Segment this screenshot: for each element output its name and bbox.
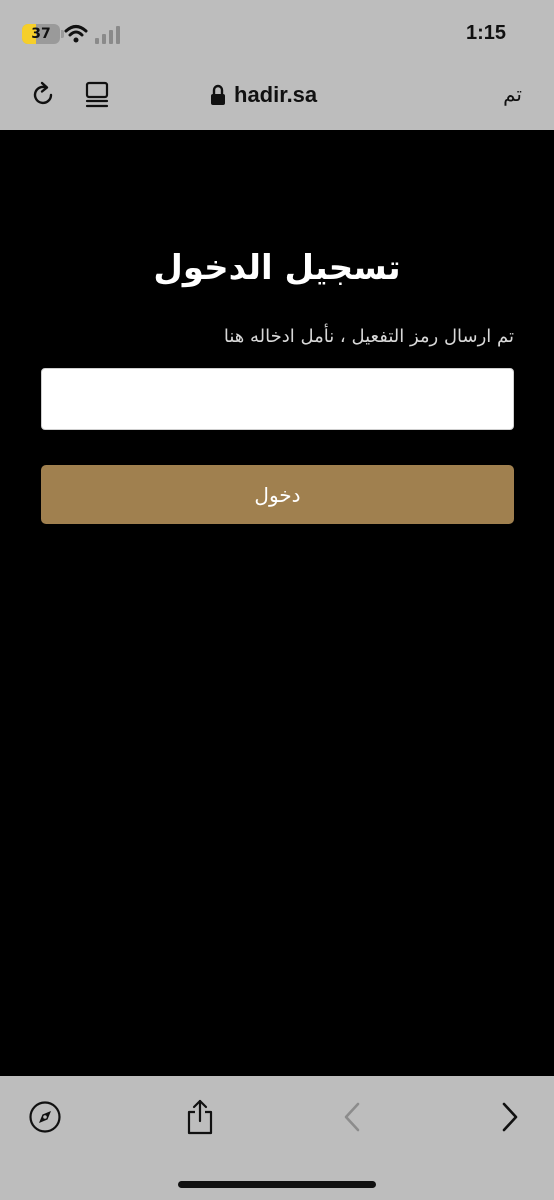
done-button[interactable]: تم <box>503 82 522 106</box>
instruction-text: تم ارسال رمز التفعيل ، نأمل ادخاله هنا <box>223 326 514 347</box>
battery-indicator: 37 <box>22 24 60 44</box>
activation-code-input[interactable] <box>41 368 514 430</box>
status-time: 1:15 <box>465 22 506 44</box>
address-bar[interactable]: hadir.sa <box>210 80 317 110</box>
reload-icon[interactable] <box>28 80 58 110</box>
status-bar: 37 1:15 <box>0 0 554 66</box>
browser-toolbar: hadir.sa تم <box>0 70 554 122</box>
url-text: hadir.sa <box>234 82 318 107</box>
browser-bottom-bar <box>0 1076 554 1200</box>
forward-chevron-icon[interactable] <box>498 1100 522 1134</box>
signal-icon <box>95 26 120 44</box>
home-indicator <box>178 1181 376 1188</box>
compass-icon[interactable] <box>28 1100 62 1134</box>
wifi-icon <box>64 25 88 43</box>
battery-level: 37 <box>31 26 51 42</box>
share-icon[interactable] <box>183 1098 217 1136</box>
back-chevron-icon[interactable] <box>340 1100 364 1134</box>
login-button[interactable]: دخول <box>41 465 514 524</box>
login-page: تسجيل الدخول تم ارسال رمز التفعيل ، نأمل… <box>0 130 554 1076</box>
lock-icon <box>211 84 225 105</box>
reader-icon[interactable] <box>82 80 112 110</box>
page-title: تسجيل الدخول <box>153 248 401 288</box>
browser-top-chrome: 37 1:15 hadir.sa تم <box>0 0 554 130</box>
